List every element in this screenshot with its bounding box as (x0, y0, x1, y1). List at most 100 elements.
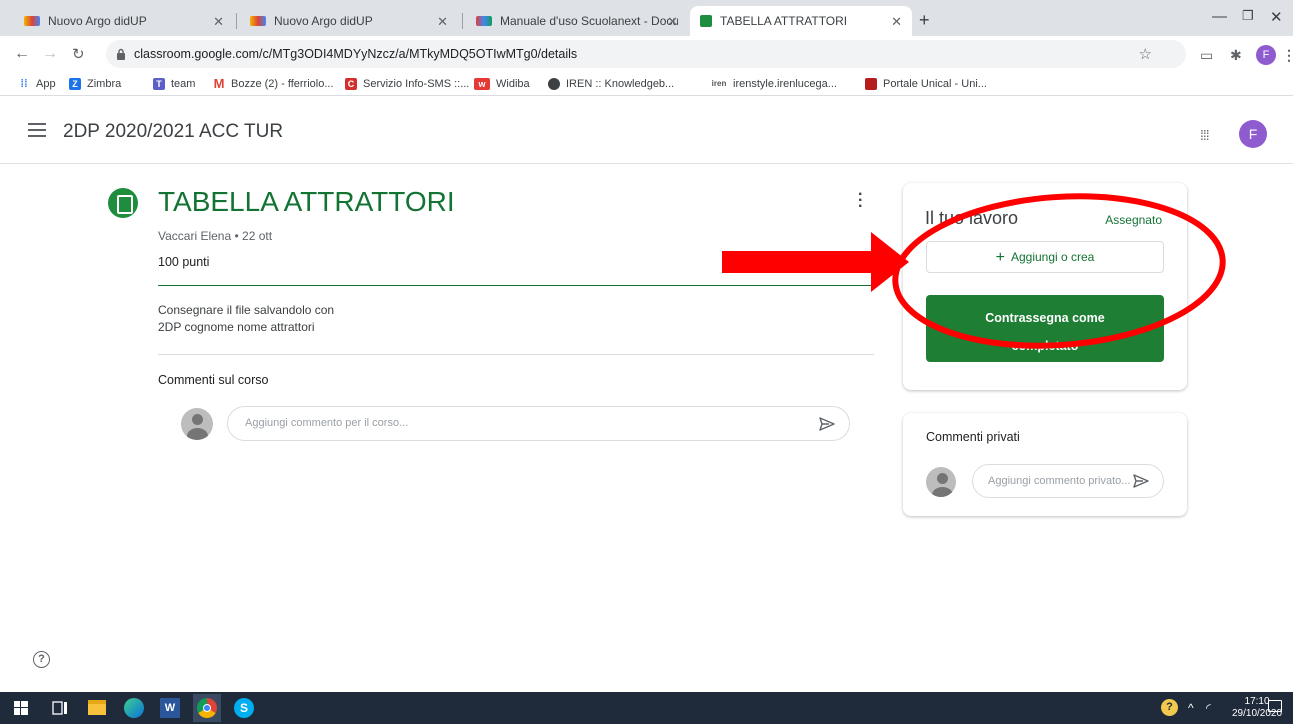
send-icon[interactable] (1133, 474, 1149, 488)
assignment-points: 100 punti (158, 255, 210, 269)
chrome-icon[interactable] (197, 698, 217, 718)
tab-label: Nuovo Argo didUP (48, 14, 147, 28)
widiba-icon: w (474, 78, 490, 90)
bookmark-item[interactable]: M Bozze (2) - fferriolo... (213, 76, 334, 91)
bookmark-label: team (171, 78, 196, 90)
teams-icon: T (153, 78, 165, 90)
minimize-icon[interactable]: — (1212, 8, 1227, 25)
new-tab-button[interactable]: + (919, 10, 930, 31)
browser-tab[interactable]: Nuovo Argo didUP ✕ (240, 6, 458, 36)
private-comment-placeholder: Aggiungi commento privato... (988, 475, 1131, 487)
account-avatar[interactable]: F (1239, 120, 1267, 148)
window-close-icon[interactable]: ✕ (1270, 8, 1283, 26)
private-comments-title: Commenti privati (926, 430, 1020, 444)
cast-icon[interactable]: ▭ (1200, 47, 1213, 64)
word-icon[interactable]: W (160, 698, 180, 718)
extensions-icon[interactable]: ✱ (1230, 47, 1242, 64)
plus-icon: + (995, 249, 1005, 266)
profile-avatar[interactable]: F (1256, 45, 1276, 65)
file-explorer-icon[interactable] (88, 700, 106, 715)
browser-tab[interactable]: Nuovo Argo didUP ✕ (14, 6, 234, 36)
classroom-header: 2DP 2020/2021 ACC TUR ⁞⁞⁞ F (0, 97, 1293, 164)
bookmarks-bar: ⁞⁞ App Z Zimbra T team M Bozze (2) - ffe… (0, 74, 1293, 96)
gmail-icon: M (213, 76, 225, 91)
tab-label: Nuovo Argo didUP (274, 14, 373, 28)
status-badge: Assegnato (1105, 213, 1162, 227)
restore-icon[interactable]: ❐ (1242, 8, 1254, 24)
bookmark-label: Widiba (496, 78, 530, 90)
bookmark-item[interactable]: ⁞⁞ App (18, 78, 56, 90)
chevron-up-icon[interactable]: ^ (1188, 701, 1194, 715)
url-text: classroom.google.com/c/MTg3ODI4MDYyNzcz/… (134, 47, 578, 61)
bookmark-item[interactable]: T team (153, 78, 195, 90)
annotation-arrow (722, 232, 909, 292)
close-icon[interactable]: ✕ (437, 14, 448, 30)
tab-label: TABELLA ATTRATTORI (720, 14, 848, 28)
add-or-create-button[interactable]: + Aggiungi o crea (926, 241, 1164, 273)
back-icon[interactable]: ← (14, 45, 30, 63)
send-icon[interactable] (819, 417, 835, 431)
skype-icon[interactable]: S (234, 698, 254, 718)
class-comments-title: Commenti sul corso (158, 373, 269, 387)
help-tray-icon[interactable]: ? (1161, 699, 1178, 716)
google-apps-icon[interactable]: ⁞⁞⁞ (1200, 127, 1210, 143)
mark-as-done-label: Contrassegna come (985, 311, 1105, 325)
bookmark-label: App (36, 78, 56, 90)
user-avatar (181, 408, 213, 440)
tab-separator (236, 13, 237, 29)
info-sms-icon: C (345, 78, 357, 90)
unical-icon (865, 78, 877, 90)
wifi-icon[interactable]: ◜ (1206, 701, 1211, 715)
your-work-card: Il tuo lavoro Assegnato + Aggiungi o crea… (903, 183, 1187, 390)
notifications-icon[interactable] (1268, 700, 1282, 712)
browser-tab[interactable]: Manuale d'uso Scuolanext - Docu ✕ (466, 6, 688, 36)
mark-as-done-label: completato (1011, 339, 1079, 353)
windows-start-icon[interactable] (14, 701, 28, 715)
edge-icon[interactable] (124, 698, 144, 718)
star-icon[interactable]: ☆ (1139, 45, 1152, 63)
argo-icon (250, 16, 266, 26)
bookmark-item[interactable]: IREN :: Knowledgeb... (548, 78, 674, 90)
browser-tab-active[interactable]: TABELLA ATTRATTORI ✕ (690, 6, 912, 36)
class-title[interactable]: 2DP 2020/2021 ACC TUR (63, 121, 283, 143)
task-view-icon[interactable] (52, 700, 68, 716)
address-bar[interactable]: classroom.google.com/c/MTg3ODI4MDYyNzcz/… (106, 40, 1186, 68)
hamburger-menu-icon[interactable] (28, 123, 46, 137)
tab-label: Manuale d'uso Scuolanext - Docu (500, 14, 678, 28)
close-icon[interactable]: ✕ (213, 14, 224, 30)
assignment-description-line: Consegnare il file salvandolo con (158, 303, 335, 317)
assignment-title: TABELLA ATTRATTORI (158, 186, 455, 217)
tab-separator (462, 13, 463, 29)
bookmark-item[interactable]: w Widiba (474, 78, 530, 90)
close-icon[interactable]: ✕ (667, 14, 678, 30)
mark-as-done-button[interactable]: Contrassegna come completato (926, 295, 1164, 362)
bookmark-label: IREN :: Knowledgeb... (566, 78, 675, 90)
your-work-title: Il tuo lavoro (925, 208, 1019, 228)
menu-icon[interactable]: ⋮ (1282, 47, 1293, 64)
assignment-description-line: 2DP cognome nome attrattori (158, 320, 315, 334)
forward-icon[interactable]: → (42, 45, 58, 63)
zimbra-icon: Z (69, 78, 81, 90)
globe-icon (548, 78, 560, 90)
bookmark-item[interactable]: Portale Unical - Uni... (865, 78, 987, 90)
bookmark-item[interactable]: iren irenstyle.irenlucega... (711, 78, 837, 90)
help-icon[interactable]: ? (33, 651, 50, 668)
class-comment-input[interactable]: Aggiungi commento per il corso... (227, 406, 850, 441)
bookmark-label: irenstyle.irenlucega... (733, 78, 837, 90)
bookmark-item[interactable]: Z Zimbra (69, 78, 121, 90)
bookmark-item[interactable]: C Servizio Info-SMS ::... (345, 78, 469, 90)
browser-tab-strip: Nuovo Argo didUP ✕ Nuovo Argo didUP ✕ Ma… (0, 0, 1293, 36)
apps-grid-icon: ⁞⁞ (20, 78, 28, 90)
argo-icon (24, 16, 40, 26)
divider (158, 285, 874, 286)
assignment-author-date: Vaccari Elena • 22 ott (158, 229, 273, 243)
close-icon[interactable]: ✕ (891, 14, 902, 30)
bookmark-label: Servizio Info-SMS ::... (363, 78, 470, 90)
more-options-icon[interactable]: · · · (858, 187, 863, 215)
bookmark-label: Bozze (2) - fferriolo... (231, 78, 334, 90)
assignment-icon (108, 188, 138, 218)
add-or-create-label: Aggiungi o crea (1010, 250, 1095, 264)
divider (158, 354, 874, 355)
reload-icon[interactable]: ↻ (72, 45, 85, 63)
iren-icon: iren (711, 79, 727, 88)
